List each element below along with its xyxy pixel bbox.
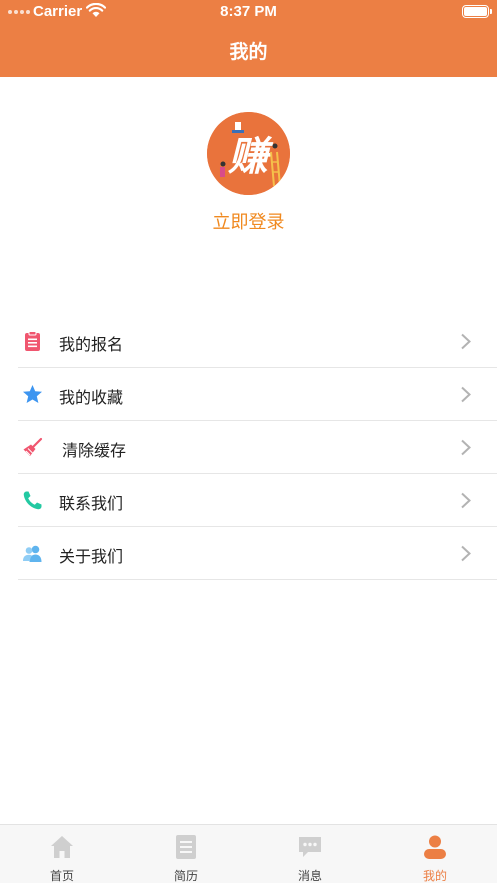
clock: 8:37 PM [220, 3, 277, 20]
menu-item-favorites[interactable]: 我的收藏 [0, 368, 497, 421]
status-bar: Carrier 8:37 PM [0, 0, 497, 24]
menu-item-clear-cache[interactable]: 清除缓存 [0, 421, 497, 474]
chevron-right-icon [461, 386, 471, 403]
bottom-tab-bar: 首页 简历 消息 我的 [0, 824, 497, 883]
avatar-logo-icon: 赚 [207, 112, 290, 195]
chevron-right-icon [461, 492, 471, 509]
battery-icon [462, 5, 492, 18]
menu-item-label: 联系我们 [59, 496, 124, 513]
tab-messages[interactable]: 消息 [248, 825, 372, 883]
phone-icon [23, 491, 42, 510]
chevron-right-icon [461, 545, 471, 562]
page-title: 我的 [229, 42, 268, 63]
settings-menu: 我的报名 我的收藏 清除缓存 联系我们 关于我们 [0, 315, 497, 580]
chevron-right-icon [461, 439, 471, 456]
login-button[interactable]: 立即登录 [0, 208, 497, 234]
tab-label: 我的 [422, 869, 447, 883]
menu-item-about-us[interactable]: 关于我们 [0, 527, 497, 580]
tab-resume[interactable]: 简历 [124, 825, 248, 883]
avatar[interactable]: 赚 [207, 112, 290, 195]
menu-item-label: 我的报名 [59, 337, 124, 354]
menu-item-label: 关于我们 [59, 549, 124, 566]
tab-label: 消息 [297, 869, 322, 883]
resume-icon [176, 835, 196, 859]
menu-item-label: 我的收藏 [59, 390, 124, 407]
home-icon [51, 836, 73, 858]
clipboard-icon [25, 331, 40, 351]
divider [18, 579, 497, 580]
star-icon [23, 385, 42, 403]
message-icon [299, 837, 321, 857]
broom-icon [23, 437, 43, 456]
tab-home[interactable]: 首页 [0, 825, 124, 883]
avatar-glyph: 赚 [227, 134, 274, 180]
profile-icon [424, 835, 446, 859]
tab-mine[interactable]: 我的 [373, 825, 497, 883]
menu-item-contact-us[interactable]: 联系我们 [0, 474, 497, 527]
tab-label: 简历 [173, 869, 198, 883]
chevron-right-icon [461, 333, 471, 350]
menu-item-label: 清除缓存 [62, 443, 127, 460]
menu-item-registrations[interactable]: 我的报名 [0, 315, 497, 368]
tab-label: 首页 [49, 869, 74, 883]
users-icon [23, 545, 42, 562]
nav-header: Carrier 8:37 PM 我的 [0, 0, 497, 77]
